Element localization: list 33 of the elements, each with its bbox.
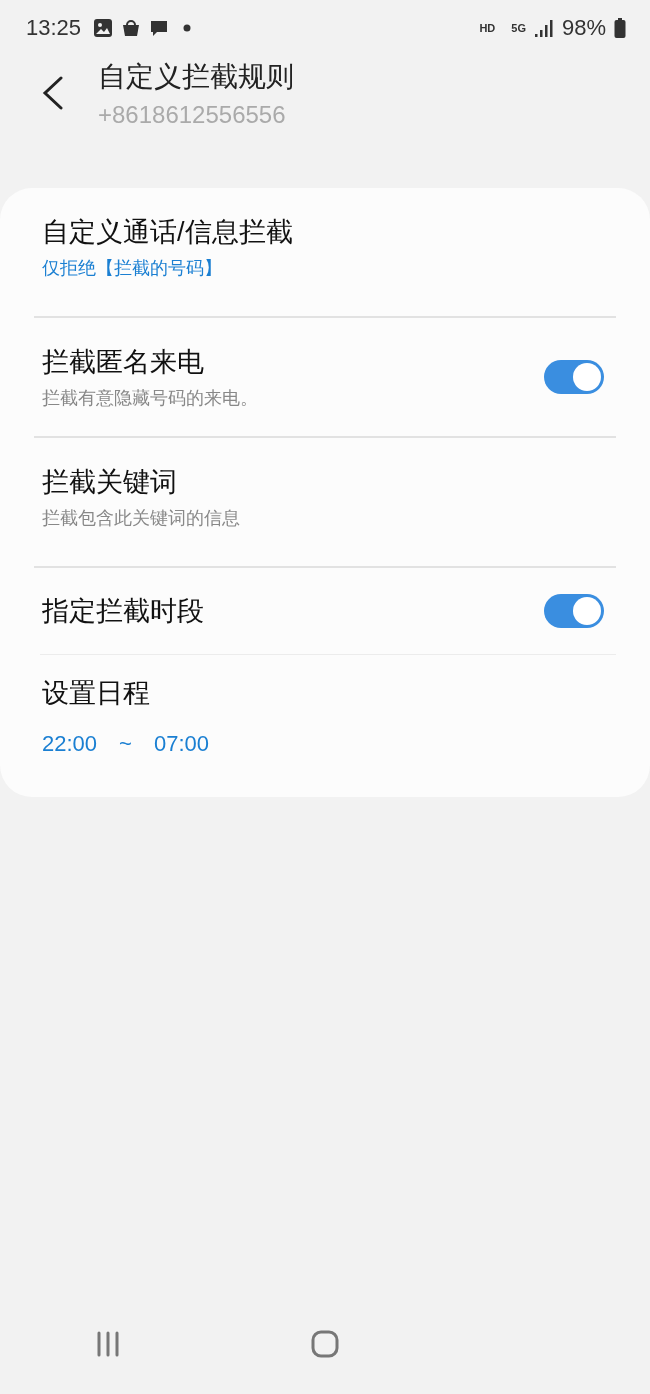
toggle-switch[interactable] (544, 360, 604, 394)
settings-row[interactable]: 指定拦截时段 (0, 568, 650, 654)
setting-title: 指定拦截时段 (42, 595, 205, 628)
clock-time: 13:25 (26, 15, 82, 41)
time-separator: ~ (119, 731, 132, 757)
start-time: 22:00 (42, 731, 98, 757)
setting-summary: 仅拒绝【拦截的号码】 (42, 257, 223, 280)
home-icon[interactable] (311, 1330, 339, 1358)
setting-title: 拦截关键词 (42, 466, 178, 499)
phone-number: +8618612556556 (98, 100, 287, 130)
end-time: 07:00 (153, 731, 209, 757)
notification-dot-icon (183, 24, 192, 32)
battery-percent: 98% (561, 15, 606, 41)
settings-row[interactable]: 设置日程 22:00 ~ 07:00 (0, 655, 650, 797)
setting-title: 拦截匿名来电 (42, 346, 205, 379)
recent-apps-icon[interactable] (95, 1331, 121, 1357)
settings-row[interactable]: 自定义通话/信息拦截 仅拒绝【拦截的号码】 (0, 188, 650, 316)
chat-icon (149, 18, 170, 38)
image-icon (93, 18, 114, 38)
setting-summary: 拦截有意隐藏号码的来电。 (42, 387, 259, 410)
shopping-bag-icon (121, 18, 142, 38)
battery-icon (614, 18, 626, 38)
hd-label: HD (479, 22, 496, 34)
back-icon[interactable] (42, 76, 64, 110)
signal-icon (533, 19, 554, 37)
setting-title: 设置日程 (42, 677, 151, 710)
settings-row[interactable]: 拦截关键词 拦截包含此关键词的信息 (0, 438, 650, 566)
page-title: 自定义拦截规则 (98, 60, 294, 94)
toggle-switch[interactable] (544, 594, 604, 628)
setting-summary: 拦截包含此关键词的信息 (42, 507, 241, 530)
settings-row[interactable]: 拦截匿名来电 拦截有意隐藏号码的来电。 (0, 318, 650, 436)
network-label: 5G (511, 22, 526, 34)
setting-title: 自定义通话/信息拦截 (42, 216, 294, 249)
